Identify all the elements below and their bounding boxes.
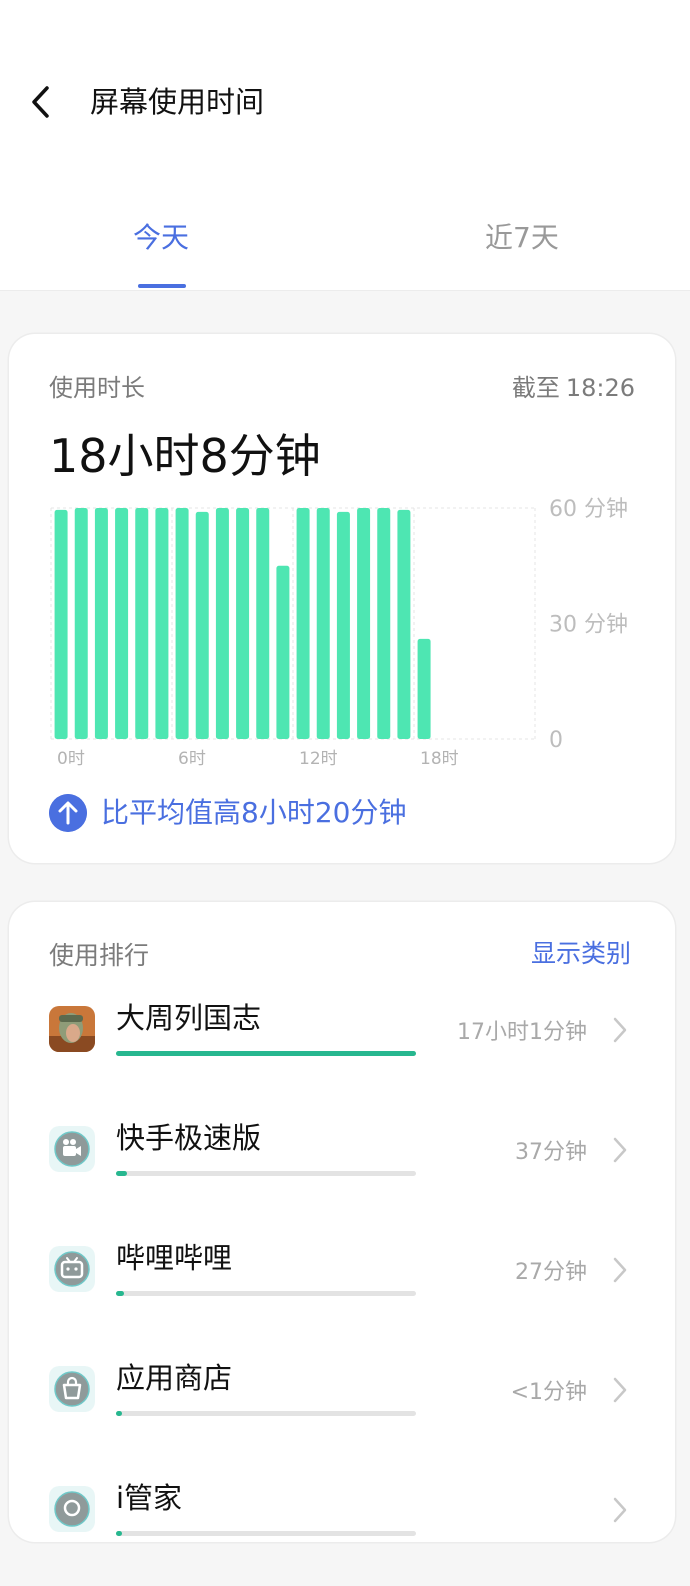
usage-bar-fill — [116, 1411, 122, 1416]
app-name: 应用商店 — [116, 1361, 233, 1395]
usage-bar — [116, 1051, 416, 1056]
tv-app-icon — [49, 1246, 95, 1292]
usage-bar — [116, 1531, 416, 1536]
chevron-right-icon — [613, 1017, 627, 1043]
bar-hour-16 — [377, 508, 391, 739]
app-row-4[interactable]: 应用商店 <1分钟 — [9, 1361, 675, 1466]
y-tick-label: 0 — [549, 728, 563, 753]
up-arrow-icon — [49, 794, 87, 832]
usage-bar-fill — [116, 1531, 122, 1536]
y-tick-label: 60 分钟 — [549, 497, 628, 522]
y-tick-label: 30 分钟 — [549, 613, 628, 638]
app-time: 37分钟 — [515, 1140, 587, 1165]
chevron-right-icon — [613, 1377, 627, 1403]
bar-hour-15 — [357, 508, 371, 739]
bar-hour-11 — [276, 565, 290, 739]
bar-hour-18 — [417, 638, 431, 739]
x-tick-label: 12时 — [299, 749, 338, 769]
chevron-right-icon — [613, 1497, 627, 1523]
bar-hour-2 — [94, 508, 108, 739]
average-comparison: 比平均值高8小时20分钟 — [101, 796, 407, 829]
bar-hour-4 — [135, 508, 149, 739]
manager-app-icon — [49, 1486, 95, 1532]
x-tick-label: 6时 — [178, 749, 206, 769]
bar-hour-17 — [397, 509, 411, 739]
usage-bar — [116, 1291, 416, 1296]
bar-hour-8 — [215, 508, 229, 739]
app-row-2[interactable]: 快手极速版 37分钟 — [9, 1121, 675, 1226]
game-avatar-icon — [49, 1006, 95, 1052]
app-time: <1分钟 — [510, 1380, 587, 1405]
header-area: 屏幕使用时间 今天 近7天 — [0, 0, 690, 291]
back-arrow-icon[interactable] — [26, 84, 58, 120]
bar-hour-12 — [296, 508, 310, 739]
camera-app-icon — [49, 1126, 95, 1172]
app-name: 哔哩哔哩 — [116, 1241, 233, 1275]
x-tick-label: 0时 — [57, 749, 85, 769]
app-row-1[interactable]: 大周列国志 17小时1分钟 — [9, 1001, 675, 1106]
app-name: i管家 — [116, 1481, 183, 1515]
chevron-right-icon — [613, 1257, 627, 1283]
usage-bar-fill — [116, 1291, 124, 1296]
ranking-label: 使用排行 — [49, 941, 150, 970]
bar-hour-14 — [336, 511, 350, 739]
bar-hour-5 — [155, 508, 169, 739]
app-name: 大周列国志 — [116, 1001, 262, 1035]
bar-hour-10 — [256, 508, 270, 739]
app-row-3[interactable]: 哔哩哔哩 27分钟 — [9, 1241, 675, 1346]
app-row-5[interactable]: i管家 — [9, 1481, 675, 1586]
bag-app-icon — [49, 1366, 95, 1412]
x-tick-label: 18时 — [420, 749, 459, 769]
usage-bar-fill — [116, 1171, 127, 1176]
usage-card: 使用时长 截至 18:26 18小时8分钟 0时 6时 12时 18时 60 分钟 30 分… — [9, 334, 675, 863]
tab-today[interactable]: 今天 — [133, 218, 189, 258]
usage-bar — [116, 1171, 416, 1176]
show-category-button[interactable]: 显示类别 — [531, 934, 631, 970]
bar-hour-0 — [54, 509, 68, 739]
bar-hour-7 — [195, 511, 209, 739]
bar-hour-13 — [316, 508, 330, 739]
usage-bar — [116, 1411, 416, 1416]
app-time: 17小时1分钟 — [457, 1020, 587, 1045]
bar-hour-3 — [115, 508, 129, 739]
bar-hour-6 — [175, 508, 189, 739]
tab-last-7-days[interactable]: 近7天 — [485, 218, 559, 258]
bar-hour-1 — [74, 508, 88, 739]
active-tab-indicator — [138, 284, 186, 288]
bar-hour-9 — [236, 508, 250, 739]
usage-bar-fill — [116, 1051, 416, 1056]
hourly-usage-chart: 0时 6时 12时 18时 60 分钟 30 分钟 0 — [50, 497, 628, 769]
page-title: 屏幕使用时间 — [90, 85, 265, 119]
ranking-card: 使用排行 显示类别 大周列国志 17小时1分钟 快手极速版 37分钟 哔哩哔哩 … — [9, 902, 675, 1542]
app-time: 27分钟 — [515, 1260, 587, 1285]
app-name: 快手极速版 — [116, 1121, 262, 1155]
chevron-right-icon — [613, 1137, 627, 1163]
